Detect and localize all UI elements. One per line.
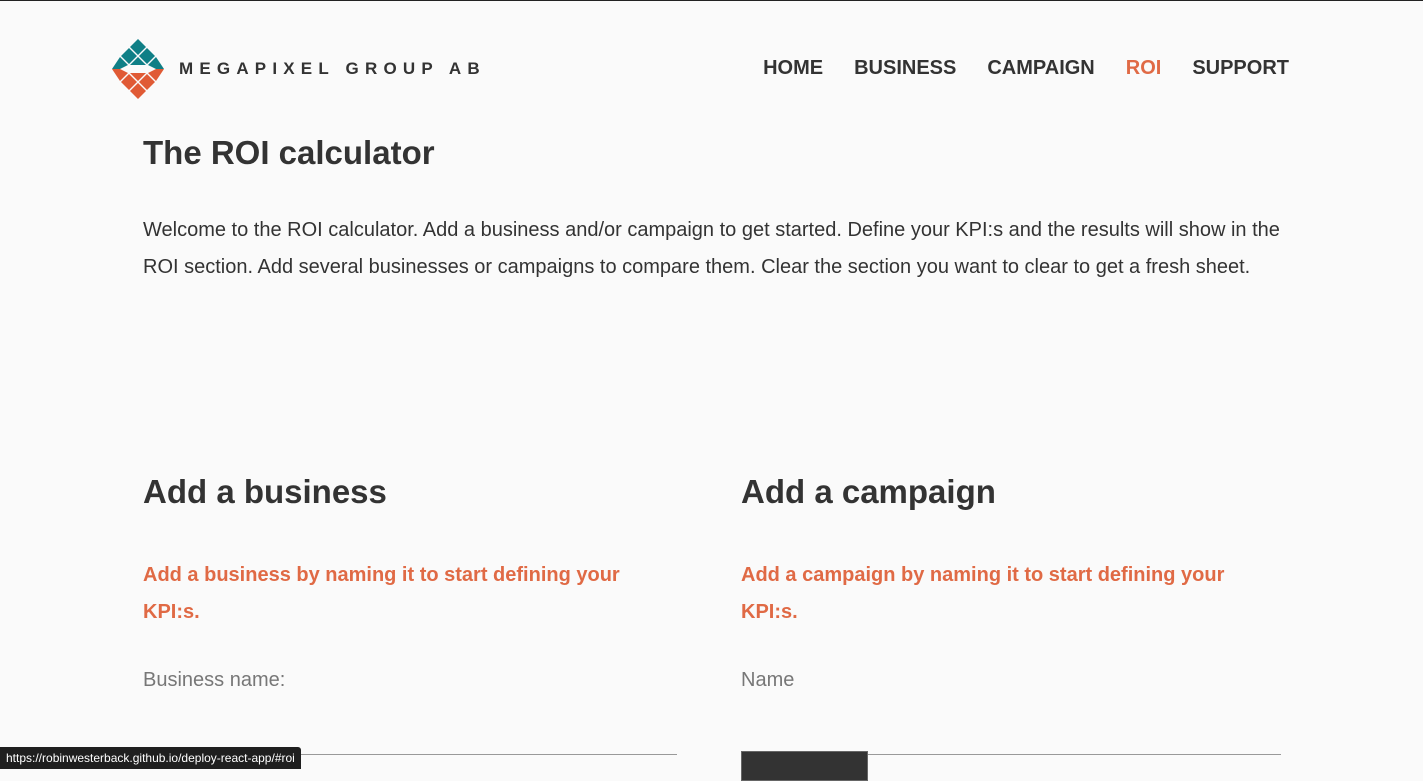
nav-item-business[interactable]: BUSINESS xyxy=(854,57,956,80)
add-campaign-heading: Add a campaign xyxy=(741,473,996,510)
intro-text: Welcome to the ROI calculator. Add a bus… xyxy=(143,219,1280,278)
add-business-section: Add a business Add a business by naming … xyxy=(143,473,677,755)
business-name-label: Business name: xyxy=(143,669,286,691)
nav-item-campaign[interactable]: CAMPAIGN xyxy=(987,57,1094,80)
status-bar-url: https://robinwesterback.github.io/deploy… xyxy=(0,747,301,769)
add-campaign-hint: Add a campaign by naming it to start def… xyxy=(741,564,1225,623)
nav-item-support[interactable]: SUPPORT xyxy=(1192,57,1289,80)
add-business-hint: Add a business by naming it to start def… xyxy=(143,564,620,623)
page-title: The ROI calculator xyxy=(143,134,435,171)
brand-name: MEGAPIXEL GROUP AB xyxy=(179,59,486,78)
campaign-name-label: Name xyxy=(741,669,795,691)
add-campaign-section: Add a campaign Add a campaign by naming … xyxy=(741,473,1281,755)
brand-logo[interactable]: MEGAPIXEL GROUP AB xyxy=(107,37,517,101)
add-business-heading: Add a business xyxy=(143,473,387,510)
add-campaign-button[interactable] xyxy=(741,751,868,781)
main-nav: HOME BUSINESS CAMPAIGN ROI SUPPORT xyxy=(763,57,1289,80)
logo-diamond-icon xyxy=(112,39,164,99)
nav-item-roi[interactable]: ROI xyxy=(1126,57,1162,80)
nav-item-home[interactable]: HOME xyxy=(763,57,823,80)
site-header: MEGAPIXEL GROUP AB HOME BUSINESS CAMPAIG… xyxy=(0,1,1423,131)
